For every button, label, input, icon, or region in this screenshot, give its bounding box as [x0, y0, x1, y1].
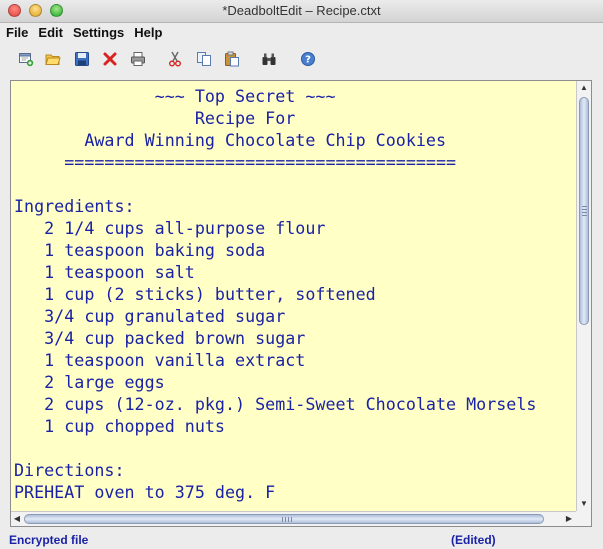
paste-button[interactable]	[223, 50, 241, 68]
grip-icon	[282, 517, 292, 522]
scroll-down-arrow-icon[interactable]: ▼	[578, 498, 590, 510]
vertical-scrollbar[interactable]: ▲ ▼	[576, 81, 591, 511]
save-icon	[75, 52, 89, 66]
editor-line: 2 cups (12-oz. pkg.) Semi-Sweet Chocolat…	[14, 394, 537, 414]
help-button[interactable]: ?	[299, 50, 317, 68]
menu-settings[interactable]: Settings	[68, 23, 129, 42]
edited-status: (Edited)	[451, 533, 496, 547]
editor-line: 2 1/4 cups all-purpose flour	[14, 218, 326, 238]
scroll-corner	[576, 511, 591, 526]
scroll-left-arrow-icon[interactable]: ◀	[11, 513, 23, 525]
print-button[interactable]	[129, 50, 147, 68]
editor-line: 1 teaspoon vanilla extract	[14, 350, 306, 370]
window-title: *DeadboltEdit – Recipe.ctxt	[222, 3, 381, 18]
editor-line: Ingredients:	[14, 196, 135, 216]
menu-file[interactable]: File	[0, 23, 33, 42]
editor-line: Directions:	[14, 460, 125, 480]
new-file-icon	[19, 53, 34, 67]
scroll-up-arrow-icon[interactable]: ▲	[578, 82, 590, 94]
find-icon	[262, 53, 276, 65]
editor-line: PREHEAT oven to 375 deg. F	[14, 482, 276, 502]
delete-button[interactable]	[101, 50, 119, 68]
status-bar: Encrypted file (Edited)	[0, 531, 603, 549]
help-icon: ?	[301, 52, 315, 66]
grip-icon	[582, 206, 587, 216]
menu-help[interactable]: Help	[129, 23, 167, 42]
paste-icon	[225, 51, 239, 67]
editor-line: 3/4 cup granulated sugar	[14, 306, 286, 326]
editor-line: Recipe For	[14, 108, 296, 128]
find-button[interactable]	[260, 50, 278, 68]
editor-line: Award Winning Chocolate Chip Cookies	[14, 130, 447, 150]
save-button[interactable]	[73, 50, 91, 68]
editor-line: 1 cup chopped nuts	[14, 416, 225, 436]
menu-edit[interactable]: Edit	[33, 23, 68, 42]
open-button[interactable]	[44, 50, 62, 68]
menu-bar: File Edit Settings Help	[0, 23, 603, 42]
cut-button[interactable]	[166, 50, 184, 68]
new-file-button[interactable]	[17, 50, 35, 68]
cut-icon	[169, 51, 181, 67]
editor-line: 1 cup (2 sticks) butter, softened	[14, 284, 376, 304]
delete-icon	[103, 52, 117, 66]
editor-line: 1 teaspoon baking soda	[14, 240, 266, 260]
vertical-scroll-thumb[interactable]	[579, 97, 589, 325]
open-folder-icon	[45, 54, 61, 65]
svg-text:?: ?	[305, 55, 311, 66]
print-icon	[131, 52, 145, 66]
editor-line: 1 teaspoon salt	[14, 262, 195, 282]
copy-icon	[197, 52, 211, 66]
horizontal-scroll-thumb[interactable]	[24, 514, 544, 524]
copy-button[interactable]	[195, 50, 213, 68]
editor-line: 3/4 cup packed brown sugar	[14, 328, 306, 348]
editor-line: =======================================	[14, 152, 457, 172]
editor-line: ~~~ Top Secret ~~~	[14, 86, 336, 106]
editor-content[interactable]: ~~~ Top Secret ~~~ Recipe For Award Winn…	[14, 85, 572, 509]
text-editor[interactable]: ~~~ Top Secret ~~~ Recipe For Award Winn…	[10, 80, 592, 527]
toolbar: ?	[0, 42, 603, 76]
horizontal-scrollbar[interactable]: ◀ ▶	[11, 511, 576, 526]
scroll-right-arrow-icon[interactable]: ▶	[563, 513, 575, 525]
editor-line: 2 large eggs	[14, 372, 165, 392]
title-bar: *DeadboltEdit – Recipe.ctxt	[0, 0, 603, 23]
encryption-status: Encrypted file	[9, 533, 89, 547]
